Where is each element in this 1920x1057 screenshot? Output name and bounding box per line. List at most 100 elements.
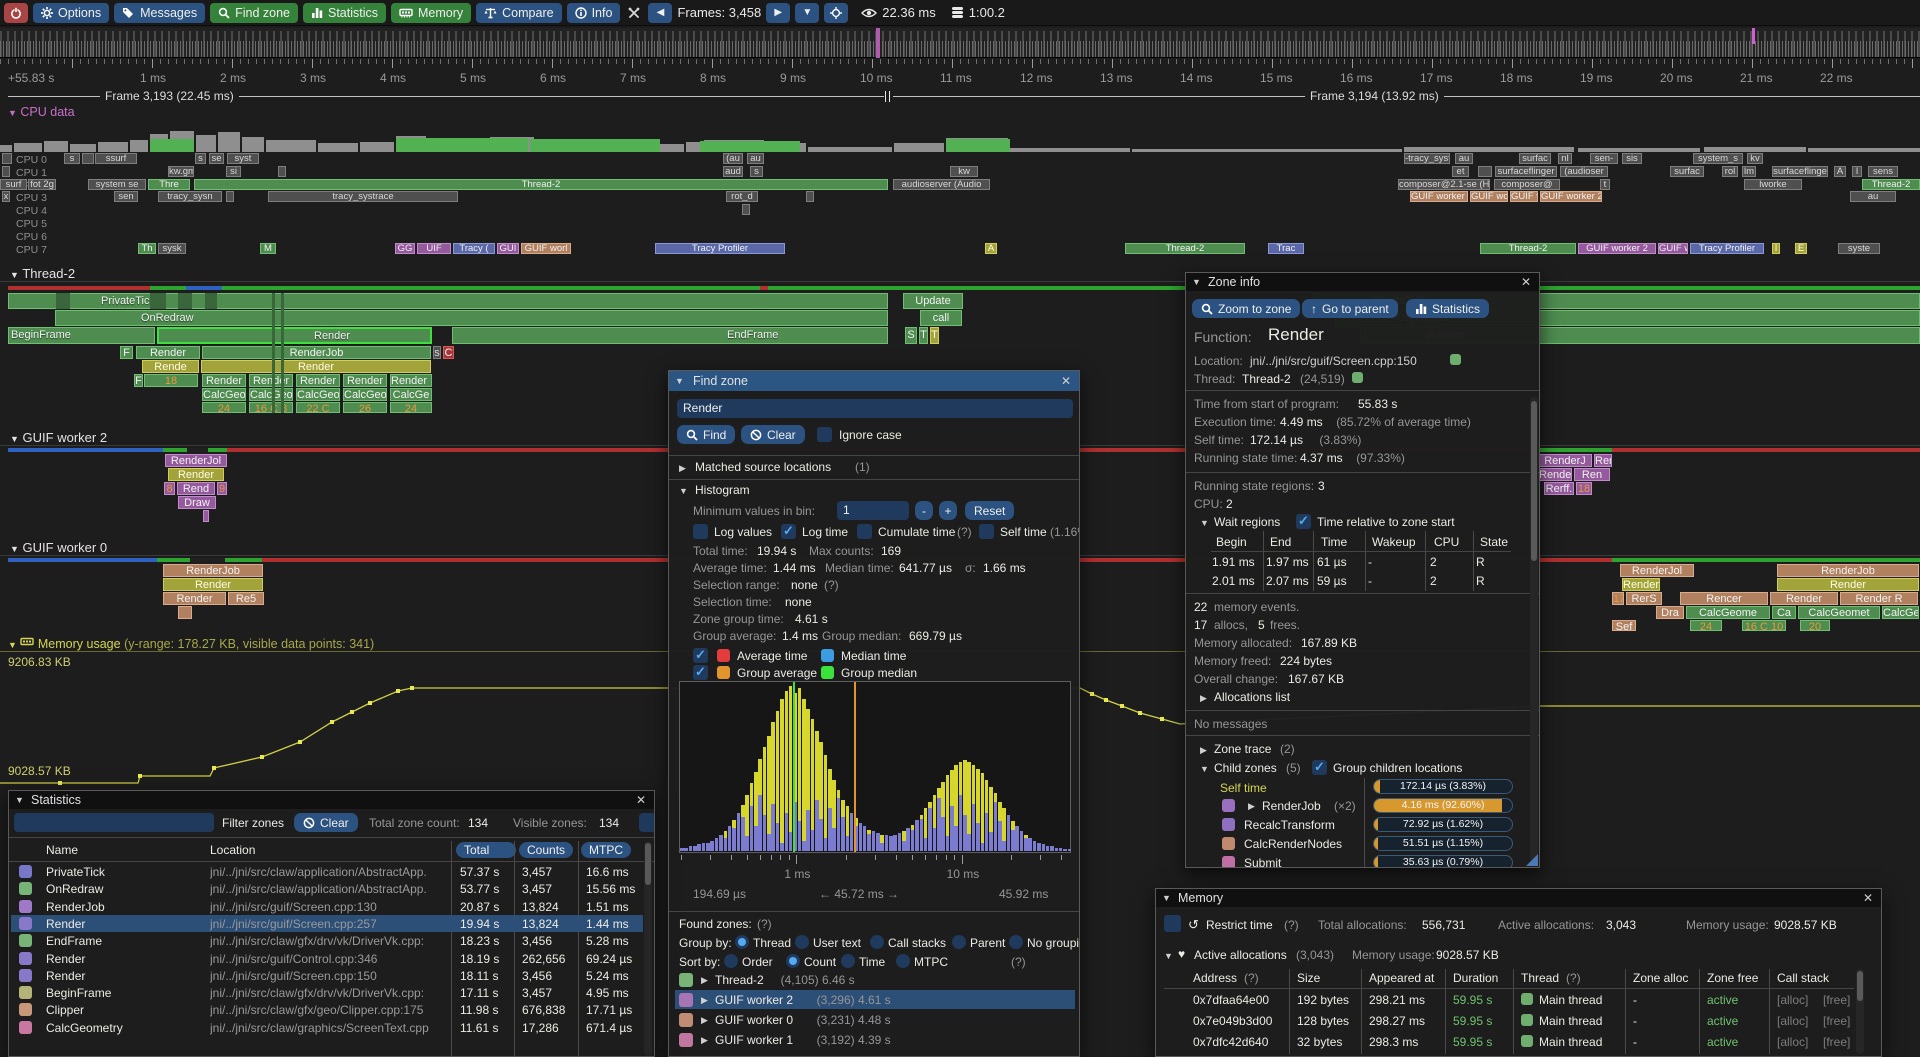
mem-col-header[interactable]: Thread <box>1521 971 1559 985</box>
found-group-name[interactable]: GUIF worker 2 <box>715 993 793 1007</box>
zone[interactable] <box>281 293 284 413</box>
alloc-address[interactable]: 0x7dfaa64e00 <box>1193 993 1269 1007</box>
stat-name[interactable]: PrivateTick <box>46 865 105 879</box>
cpu-zone[interactable]: system se <box>88 179 146 190</box>
zone-trace-label[interactable]: Zone trace <box>1214 742 1271 756</box>
thread-header-guif0[interactable]: ▼ GUIF worker 0 <box>10 540 107 555</box>
cpu-zone[interactable]: surfaceflinge <box>1772 166 1828 177</box>
cpu-zone[interactable]: -tracy_systrace <box>1404 153 1450 164</box>
cpu-zone[interactable]: s <box>750 166 763 177</box>
close-icon[interactable]: ✕ <box>636 793 646 807</box>
mem-col-header[interactable]: Call stack <box>1777 971 1829 985</box>
cpu-zone[interactable]: A <box>985 243 997 254</box>
cpu-zone[interactable] <box>82 153 94 164</box>
cpu-zone[interactable]: UIF <box>417 243 451 254</box>
time-ruler[interactable]: +55.83 s1 ms2 ms3 ms4 ms5 ms6 ms7 ms8 ms… <box>0 59 1920 89</box>
log-values-checkbox[interactable] <box>693 524 708 539</box>
zone[interactable]: T <box>919 327 928 344</box>
zone[interactable]: 18 <box>1576 482 1592 495</box>
cpu-zone[interactable] <box>1478 166 1492 177</box>
zone[interactable] <box>203 510 209 522</box>
cpu-zone[interactable]: GUIF worker 2 <box>1578 243 1656 254</box>
child-zone-bar[interactable]: 35.63 µs (0.79%) <box>1373 855 1513 868</box>
child-zone-name[interactable]: RecalcTransform <box>1244 818 1335 832</box>
cpu-zone[interactable]: Thread-2 <box>1125 243 1245 254</box>
zone[interactable]: 9 <box>217 482 227 495</box>
cpu-zone[interactable]: l <box>1852 166 1862 177</box>
found-group-name[interactable]: GUIF worker 1 <box>715 1033 793 1047</box>
zone[interactable]: CalcGeo <box>202 388 246 401</box>
messages-button[interactable]: Messages <box>114 3 205 23</box>
group-expand-arrow[interactable]: ▶ <box>701 995 708 1006</box>
info-button[interactable]: Info <box>567 3 621 23</box>
zone[interactable]: Render <box>249 374 293 387</box>
cpu-zone[interactable]: surfaceflinger <box>1495 166 1557 177</box>
log-time-checkbox[interactable] <box>781 524 796 539</box>
zoom-to-zone-button[interactable]: Zoom to zone <box>1192 299 1300 318</box>
zone-statistics-button[interactable]: Statistics <box>1406 299 1489 318</box>
zone[interactable]: F <box>120 346 133 359</box>
stat-name[interactable]: Clipper <box>46 1003 84 1017</box>
child-zone-name[interactable]: Submit <box>1244 856 1281 868</box>
found-group-name[interactable]: GUIF worker 0 <box>715 1013 793 1027</box>
clear-button[interactable]: Clear <box>741 425 805 444</box>
zone[interactable] <box>178 606 192 619</box>
cpu-zone[interactable] <box>278 166 286 177</box>
min-bin-plus-button[interactable]: + <box>939 501 957 520</box>
alloc-address[interactable]: 0x7dfc42d640 <box>1193 1035 1268 1049</box>
cumulate-help[interactable]: (?) <box>957 525 972 539</box>
stat-name[interactable]: Render <box>46 969 85 983</box>
matched-expand-arrow[interactable]: ▶ <box>679 463 686 474</box>
cpu-zone[interactable]: A <box>1834 166 1846 177</box>
min-bin-input[interactable]: 1 <box>837 501 909 520</box>
cpu-zone[interactable]: surf <box>0 179 27 190</box>
zone[interactable]: s <box>433 346 441 359</box>
find-zone-histogram[interactable] <box>679 681 1071 853</box>
zone[interactable]: Render <box>136 346 200 359</box>
cpu-zone[interactable]: s <box>64 153 80 164</box>
stat-name[interactable]: BeginFrame <box>46 986 111 1000</box>
zone[interactable]: 22 C <box>296 402 340 413</box>
zone[interactable]: Rende <box>142 360 199 373</box>
cpu-zone[interactable]: GUIF worker 2 <box>1540 191 1602 202</box>
zone[interactable]: 16 C 10 <box>1742 620 1786 631</box>
allocations-list-label[interactable]: Allocations list <box>1214 690 1290 704</box>
cpu-zone[interactable]: rol <box>1722 166 1738 177</box>
zone[interactable]: Render <box>296 374 340 387</box>
frame-overview-strip[interactable] <box>0 28 1920 58</box>
child-zones-label[interactable]: Child zones <box>1214 761 1277 775</box>
child-zones-arrow[interactable]: ▼ <box>1200 764 1209 774</box>
mem-col-header[interactable]: Size <box>1297 971 1320 985</box>
cpu-zone[interactable]: Trac <box>1268 243 1304 254</box>
thread-header-thread2[interactable]: ▼ Thread-2 <box>10 266 75 281</box>
zone-info-titlebar[interactable]: ▼ Zone info ✕ <box>1186 273 1539 291</box>
mem-col-header[interactable]: Address <box>1193 971 1237 985</box>
found-zones-help[interactable]: (?) <box>757 917 772 931</box>
cpu-zone[interactable]: GUIF worke <box>1470 191 1508 202</box>
sort-by-radio[interactable] <box>841 954 855 968</box>
zone[interactable]: C <box>443 346 454 359</box>
zone[interactable]: CalcGeo <box>1882 606 1919 619</box>
cpu-zone[interactable]: fot 2g <box>28 179 56 190</box>
mem-col-header[interactable]: Zone free <box>1707 971 1758 985</box>
zone[interactable]: Dra <box>1656 606 1684 619</box>
ignore-case-checkbox[interactable] <box>817 427 832 442</box>
zone[interactable]: Render <box>1538 468 1572 481</box>
alloc-callstack[interactable]: [alloc] <box>1777 993 1808 1007</box>
zone[interactable]: Render <box>201 360 431 373</box>
cpu-zone[interactable]: surfac <box>1670 166 1704 177</box>
cpu-zone[interactable] <box>2 153 12 164</box>
child-zone-bar[interactable]: 72.92 µs (1.62%) <box>1373 817 1513 832</box>
zone[interactable]: Render <box>202 374 246 387</box>
column-header-name[interactable]: Name <box>46 843 78 857</box>
go-to-parent-button[interactable]: ↑Go to parent <box>1302 299 1398 318</box>
cpu-zone[interactable]: composer@2.1-se (HW <box>1398 179 1490 190</box>
stat-name[interactable]: RenderJob <box>46 900 105 914</box>
power-button[interactable] <box>4 3 28 23</box>
restrict-time-checkbox[interactable] <box>1164 915 1181 932</box>
zone[interactable]: 8 <box>164 482 175 495</box>
frame-label-right[interactable]: Frame 3,194 (13.92 ms) <box>1305 89 1444 103</box>
cpu-zone[interactable]: GUI <box>497 243 519 254</box>
close-icon[interactable]: ✕ <box>1061 374 1071 388</box>
sort-by-radio[interactable] <box>724 954 738 968</box>
